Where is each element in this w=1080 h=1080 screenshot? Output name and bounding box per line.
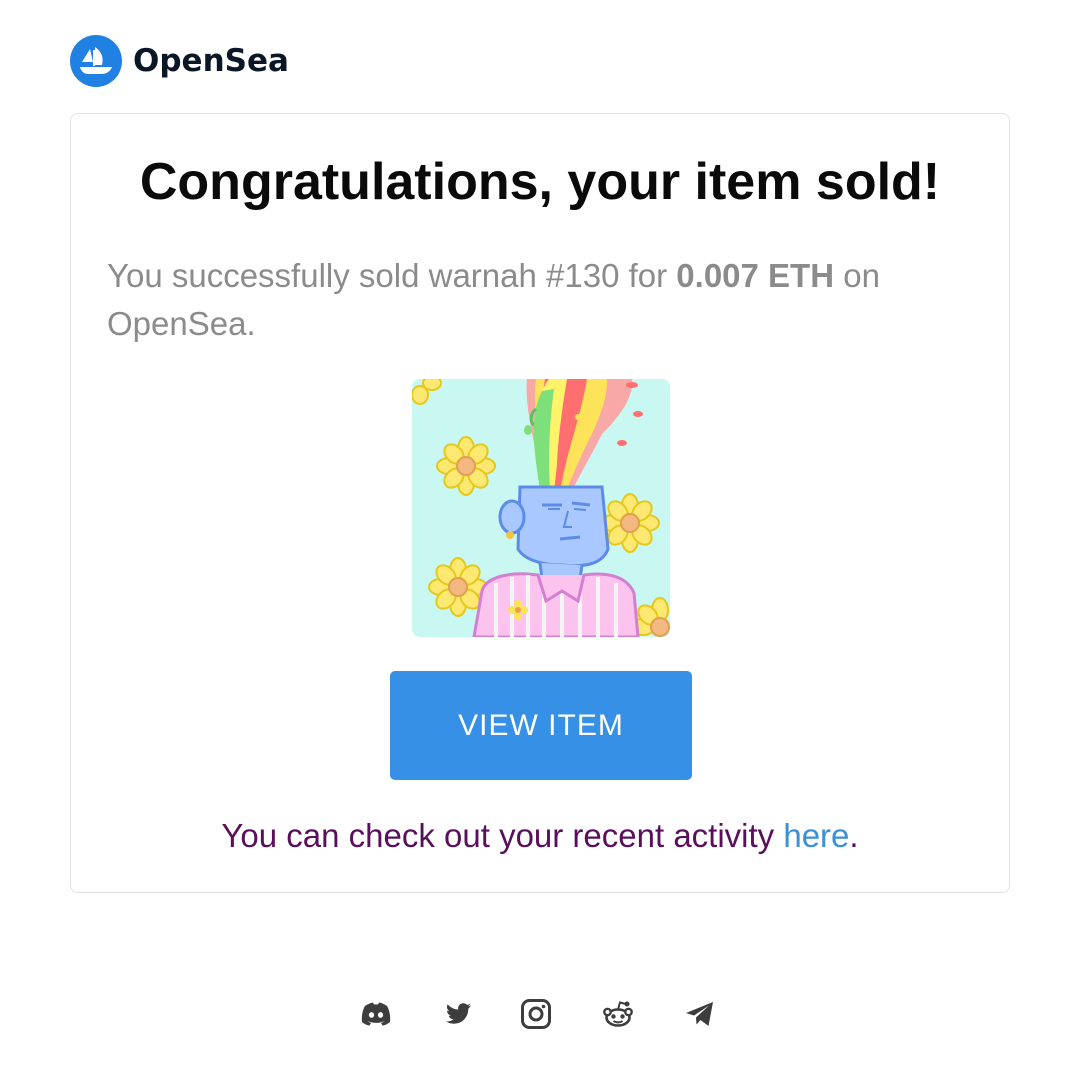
sale-message-prefix: You successfully sold warnah #130 for (107, 257, 677, 294)
email-page: OpenSea Congratulations, your item sold!… (0, 0, 1080, 1080)
recent-activity-link[interactable]: here (783, 817, 849, 854)
opensea-brand[interactable]: OpenSea (70, 35, 289, 87)
social-links (358, 996, 722, 1032)
instagram-icon[interactable] (518, 996, 554, 1032)
twitter-icon[interactable] (440, 996, 476, 1032)
flower-1 (436, 436, 496, 496)
nft-artwork-image[interactable] (412, 379, 670, 637)
recent-activity-text: You can check out your recent activity (221, 817, 784, 854)
page-title: Congratulations, your item sold! (139, 153, 941, 211)
sale-message: You successfully sold warnah #130 for 0.… (107, 252, 973, 348)
flower-2 (600, 493, 660, 553)
reddit-icon[interactable] (600, 996, 636, 1032)
telegram-icon[interactable] (682, 996, 718, 1032)
sale-price: 0.007 ETH (676, 257, 835, 294)
recent-activity-end: . (849, 817, 859, 854)
discord-icon[interactable] (358, 996, 394, 1032)
recent-activity-note: You can check out your recent activity h… (0, 814, 1080, 858)
opensea-logo-icon (70, 35, 122, 87)
brand-name: OpenSea (133, 43, 289, 79)
view-item-button[interactable]: VIEW ITEM (390, 671, 692, 780)
